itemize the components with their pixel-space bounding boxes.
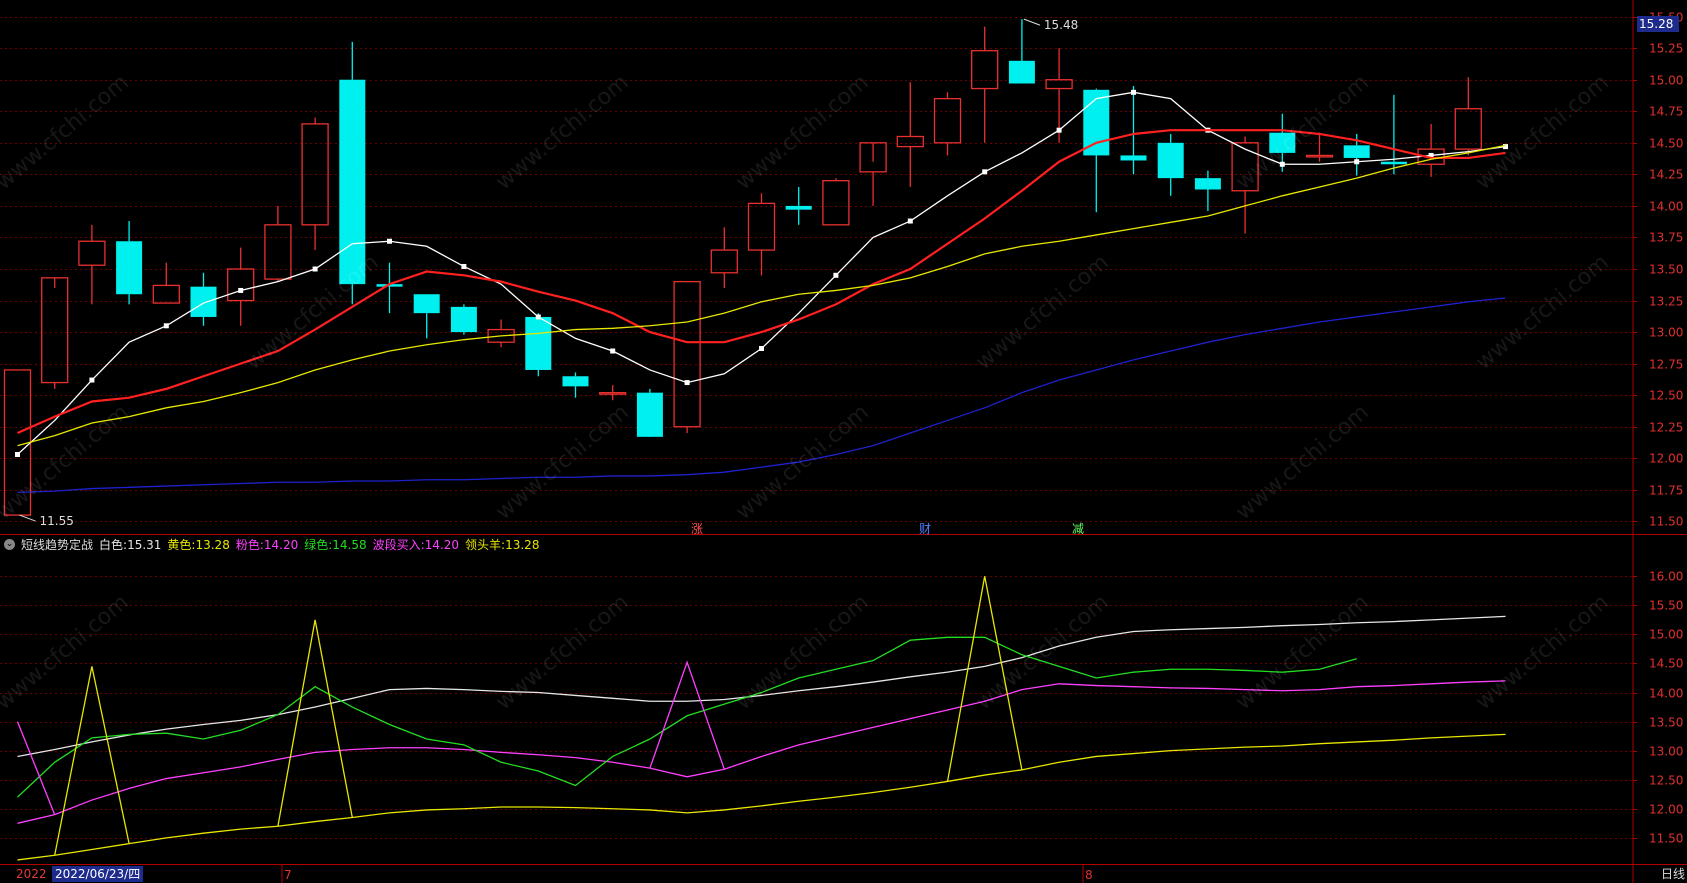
candle-body-down [1008, 60, 1035, 84]
ma-marker [1279, 161, 1285, 167]
candle-body-down [413, 294, 440, 314]
ma-marker [759, 346, 764, 351]
ma-marker [312, 266, 318, 272]
indicator-tick-label: 12.50 [1649, 774, 1683, 788]
price-annotation: 15.48 [1044, 18, 1078, 32]
legend-item-green: 绿色:14.58 [304, 537, 367, 552]
indicator-legend[interactable]: ⌄ 短线趋势定战 白色:15.31 黄色:13.28 粉色:14.20 绿色:1… [4, 535, 539, 553]
month-label: 7 [284, 868, 292, 882]
candle-body-down [1343, 145, 1370, 158]
price-tick-label: 11.50 [1649, 515, 1683, 529]
candle-body-down [1083, 89, 1110, 156]
ma-marker [610, 348, 616, 354]
price-tick-label: 12.75 [1649, 358, 1683, 372]
price-tick-label: 14.75 [1649, 105, 1683, 119]
indicator-tick-label: 13.50 [1649, 716, 1683, 730]
chart-background [0, 0, 1687, 883]
legend-item-yellow: 黄色:13.28 [167, 537, 230, 552]
event-marker-jian[interactable]: 减 [1072, 520, 1084, 537]
price-tick-label: 14.25 [1649, 168, 1683, 182]
price-tick-label: 15.25 [1649, 42, 1683, 56]
price-tick-label: 13.00 [1649, 326, 1683, 340]
candle-body-down [116, 241, 143, 295]
event-marker-cai[interactable]: 财 [919, 520, 931, 537]
price-tick-label: 12.50 [1649, 389, 1683, 403]
year-label: 2022 [16, 867, 47, 881]
price-tick-label: 13.25 [1649, 295, 1683, 309]
ma-marker [684, 380, 690, 386]
collapse-icon[interactable]: ⌄ [4, 538, 15, 550]
candle-body-down [525, 316, 552, 370]
indicator-tick-label: 15.00 [1649, 628, 1683, 642]
indicator-tick-label: 15.50 [1649, 599, 1683, 613]
price-tick-label: 13.50 [1649, 263, 1683, 277]
period-label[interactable]: 日线 [1661, 866, 1685, 882]
ma-marker [1131, 89, 1136, 95]
ma-marker [535, 314, 541, 320]
stock-chart[interactable]: 15.50 15.25 15.00 14.75 14.50 14.25 14.00 13.75… [0, 0, 1687, 883]
indicator-tick-label: 12.00 [1649, 803, 1683, 817]
legend-item-leader: 领头羊:13.28 [465, 537, 540, 552]
candle-body-down [1380, 161, 1407, 165]
indicator-tick-label: 14.50 [1649, 657, 1683, 671]
legend-item-white: 白色:15.31 [99, 537, 162, 552]
candle-body-down [190, 286, 217, 317]
indicator-tick-label: 14.00 [1649, 687, 1683, 701]
price-tick-label: 12.25 [1649, 421, 1683, 435]
legend-item-pink: 粉色:14.20 [235, 537, 299, 552]
indicator-tick-label: 11.50 [1649, 832, 1683, 846]
candle-body-down [636, 392, 663, 437]
ma-marker [1056, 127, 1062, 133]
ma-marker [387, 238, 392, 244]
candle-body-down [785, 205, 812, 210]
price-tick-label: 11.75 [1649, 484, 1683, 498]
ma-marker [461, 263, 467, 269]
candle-body-down [450, 306, 477, 333]
indicator-tick-label: 13.00 [1649, 745, 1683, 759]
cursor-date: 2022/06/23/四 [52, 866, 144, 882]
indicator-tick-label: 16.00 [1649, 570, 1683, 584]
ma-marker [982, 169, 988, 175]
candle-body-down [1120, 155, 1147, 161]
indicator-name: 短线趋势定战 [21, 537, 94, 552]
ma-marker [833, 272, 839, 278]
ma-marker [163, 323, 169, 329]
price-annotation: 11.55 [40, 514, 74, 528]
candle-body-down [1269, 132, 1296, 153]
price-tick-label: 14.00 [1649, 200, 1683, 214]
ma-marker [15, 452, 20, 457]
month-label: 8 [1085, 868, 1093, 882]
price-tick-label: 15.00 [1649, 74, 1683, 88]
current-price-tag: 15.28 [1637, 16, 1679, 32]
legend-item-band-buy: 波段买入:14.20 [372, 537, 460, 552]
ma-marker [89, 377, 95, 383]
candle-body-down [1194, 178, 1221, 190]
event-marker-zhang[interactable]: 涨 [691, 520, 703, 537]
price-tick-label: 13.75 [1649, 231, 1683, 245]
candle-body-down [562, 376, 589, 387]
candle-body-down [1157, 142, 1184, 179]
ma-marker [238, 287, 244, 293]
price-tick-label: 12.00 [1649, 452, 1683, 466]
price-tick-label: 14.50 [1649, 137, 1683, 151]
ma-marker [1354, 159, 1360, 165]
ma-marker [907, 218, 913, 224]
ma-marker [1503, 144, 1508, 150]
candle-body-down [339, 79, 366, 285]
